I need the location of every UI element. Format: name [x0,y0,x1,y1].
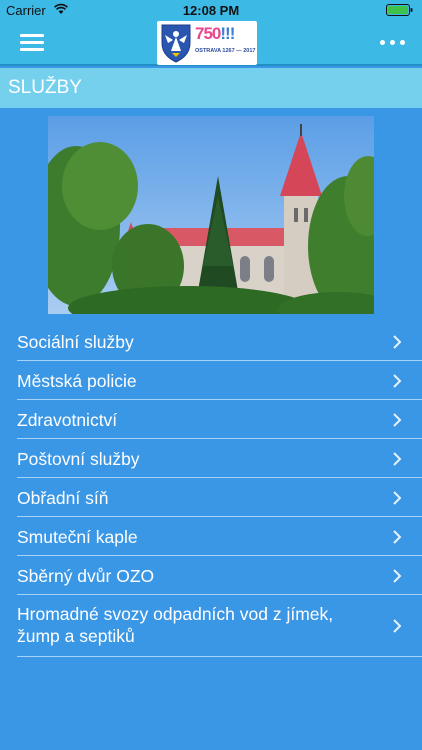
coat-of-arms-icon [161,24,191,63]
chevron-right-icon [393,413,402,427]
chevron-right-icon [393,491,402,505]
menu-item-healthcare[interactable]: Zdravotnictví [0,400,422,439]
chevron-right-icon [393,335,402,349]
menu-item-label: Hromadné svozy odpadních vod z jímek, žu… [17,604,334,646]
church-photo [48,116,374,314]
logo-number: 750!!! [195,24,235,43]
chevron-right-icon [393,619,402,633]
divider [17,656,422,657]
chevron-right-icon [393,569,402,583]
section-header: SLUŽBY [0,68,422,108]
more-button[interactable] [380,38,406,48]
menu-icon [20,34,44,37]
battery-icon [386,4,413,16]
menu-item-collection-yard[interactable]: Sběrný dvůr OZO [0,556,422,595]
chevron-right-icon [393,452,402,466]
menu-item-postal-services[interactable]: Poštovní služby [0,439,422,478]
menu-item-city-police[interactable]: Městská policie [0,361,422,400]
section-title: SLUŽBY [8,77,82,98]
app-logo: 750!!! OSTRAVA 1267 — 2017 [157,21,257,65]
church-image [48,116,374,314]
menu-item-label: Poštovní služby [17,449,140,469]
menu-item-ceremony-hall[interactable]: Obřadní síň [0,478,422,517]
menu-item-social-services[interactable]: Sociální služby [0,322,422,361]
menu-item-label: Zdravotnictví [17,410,118,430]
menu-item-label: Sociální služby [17,332,134,352]
chevron-right-icon [393,530,402,544]
logo-city: OSTRAVA 1267 — 2017 [195,48,256,54]
menu-item-label: Smuteční kaple [17,527,138,547]
menu-item-funeral-chapel[interactable]: Smuteční kaple [0,517,422,556]
status-bar: Carrier 12:08 PM [0,0,422,20]
menu-item-label: Obřadní síň [17,488,109,508]
services-menu: Sociální služby Městská policie Zdravotn… [0,322,422,657]
menu-item-label: Sběrný dvůr OZO [17,566,155,586]
navigation-bar: 750!!! OSTRAVA 1267 — 2017 [0,20,422,66]
menu-button[interactable] [20,32,44,54]
status-time: 12:08 PM [182,3,240,18]
menu-item-label: Městská policie [17,371,137,391]
menu-item-waste-water-collection[interactable]: Hromadné svozy odpadních vod z jímek, žu… [0,595,422,657]
chevron-right-icon [393,374,402,388]
